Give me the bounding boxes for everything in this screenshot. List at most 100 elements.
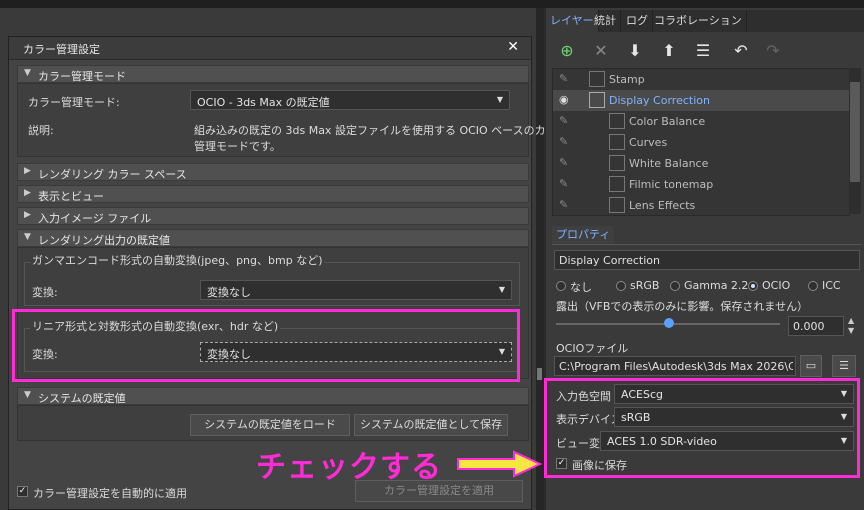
convert-value-gamma: 変換なし — [207, 286, 251, 299]
tab-log[interactable]: ログ — [622, 10, 653, 32]
mode-label: カラー管理モード: — [28, 96, 120, 109]
section-color-management-mode[interactable]: ▼ カラー管理モード — [17, 65, 529, 83]
dialog-title: カラー管理設定 — [23, 43, 100, 56]
section-render-output[interactable]: ▼ レンダリング出力の既定値 — [17, 229, 529, 247]
pencil-icon[interactable]: ✎ — [559, 156, 568, 169]
section-display-view[interactable]: ▶ 表示とビュー — [17, 185, 529, 203]
delete-layer-icon[interactable]: ✕ — [590, 40, 612, 62]
properties-tab-bar: プロパティ — [552, 226, 862, 245]
layer-icon — [609, 176, 625, 192]
ocio-path-field[interactable]: C:\Program Files\Autodesk\3ds Max 2026\C… — [554, 356, 796, 376]
eye-icon[interactable]: ◉ — [559, 93, 569, 106]
pencil-icon[interactable]: ✎ — [559, 72, 568, 85]
save-defaults-button[interactable]: システムの既定値として保存 — [354, 414, 508, 436]
section-input-image[interactable]: ▶ 入力イメージ ファイル — [17, 207, 529, 225]
folder-icon[interactable]: ▭ — [800, 355, 822, 377]
spin-down-icon[interactable]: ▼ — [848, 326, 854, 335]
section-label: 入力イメージ ファイル — [38, 212, 152, 225]
section-label: カラー管理モード — [38, 70, 126, 83]
collapse-triangle-icon: ▼ — [24, 390, 31, 400]
radio-none[interactable] — [556, 281, 566, 291]
exposure-input[interactable]: 0.000 — [788, 316, 844, 336]
layer-list: ✎ Stamp ◉ Display Correction ✎ Color Bal… — [552, 68, 850, 216]
description-line2: 管理モードです。 — [194, 140, 281, 153]
panel-separator[interactable] — [536, 8, 544, 510]
section-label: レンダリング出力の既定値 — [38, 234, 170, 247]
save-layers-icon[interactable]: ⬇ — [624, 40, 646, 62]
collapse-triangle-icon: ▼ — [24, 68, 31, 78]
pencil-icon[interactable]: ✎ — [559, 177, 568, 190]
radio-gamma-label: Gamma 2.2 — [684, 279, 749, 292]
layer-name: Lens Effects — [629, 199, 696, 212]
list-item[interactable]: ✎ Filmic tonemap — [553, 174, 849, 195]
mode-value: OCIO - 3ds Max の既定値 — [197, 96, 330, 109]
radio-gamma[interactable] — [670, 281, 680, 291]
layer-name: Curves — [629, 136, 668, 149]
section-system-defaults[interactable]: ▼ システムの既定値 — [17, 387, 529, 405]
section-render-color-space[interactable]: ▶ レンダリング カラー スペース — [17, 163, 529, 181]
load-layers-icon[interactable]: ⬆ — [658, 40, 680, 62]
radio-icc[interactable] — [808, 281, 818, 291]
radio-ocio[interactable] — [748, 281, 758, 291]
callout-text: チェックする — [256, 450, 442, 485]
pencil-icon[interactable]: ✎ — [559, 198, 568, 211]
list-item[interactable]: ✎ Stamp — [553, 69, 849, 90]
layer-name: Display Correction — [609, 94, 710, 107]
layers-tabs: レイヤー 統計 ログ コラボレーション — [546, 10, 864, 32]
expand-triangle-icon: ▶ — [24, 166, 31, 176]
redo-icon[interactable]: ↷ — [762, 40, 784, 62]
collapse-triangle-icon: ▼ — [24, 232, 31, 242]
curve-layer-icon — [589, 92, 605, 108]
convert-dropdown-gamma[interactable]: 変換なし ▼ — [200, 280, 512, 300]
layer-name: White Balance — [629, 157, 709, 170]
layer-icon — [609, 113, 625, 129]
list-item[interactable]: ◉ Display Correction — [553, 90, 849, 111]
undo-icon[interactable]: ↶ — [730, 40, 752, 62]
layer-name-value: Display Correction — [559, 254, 660, 267]
layer-name-field[interactable]: Display Correction — [554, 250, 860, 270]
layer-icon — [609, 155, 625, 171]
highlight-linear-box — [12, 309, 520, 382]
options-list-icon[interactable]: ☰ — [832, 355, 856, 377]
convert-label-gamma: 変換: — [32, 286, 58, 299]
layer-icon — [589, 71, 605, 87]
layer-name: Stamp — [609, 73, 645, 86]
list-item[interactable]: ✎ White Balance — [553, 153, 849, 174]
system-panel: システムの既定値をロード システムの既定値として保存 — [17, 405, 529, 441]
exposure-slider-knob[interactable] — [664, 318, 674, 328]
radio-icc-label: ICC — [822, 279, 841, 292]
radio-none-label: なし — [570, 281, 592, 294]
callout-arrow-icon — [457, 450, 543, 478]
list-item[interactable]: ✎ Curves — [553, 132, 849, 153]
expand-triangle-icon: ▶ — [24, 188, 31, 198]
tab-collaboration[interactable]: コラボレーション — [650, 10, 747, 32]
ocio-path-value: C:\Program Files\Autodesk\3ds Max 2026\C… — [559, 360, 793, 373]
layer-name: Color Balance — [629, 115, 706, 128]
expand-triangle-icon: ▶ — [24, 210, 31, 220]
add-layer-icon[interactable]: ⊕ — [556, 40, 578, 62]
radio-srgb[interactable] — [616, 281, 626, 291]
spin-up-icon[interactable]: ▲ — [848, 316, 854, 325]
close-icon[interactable]: ✕ — [507, 39, 519, 55]
mode-dropdown[interactable]: OCIO - 3ds Max の既定値 ▼ — [190, 90, 510, 110]
layers-toolbar: ⊕ ✕ ⬇ ⬆ ☰ ↶ ↷ — [546, 34, 864, 68]
description-line1: 組み込みの既定の 3ds Max 設定ファイルを使用する OCIO ベースのカラ… — [194, 124, 568, 137]
top-strip — [0, 0, 864, 8]
highlight-ocio-box — [544, 378, 860, 478]
tab-stats[interactable]: 統計 — [590, 10, 621, 32]
scrollbar-thumb[interactable] — [850, 82, 860, 182]
load-defaults-button[interactable]: システムの既定値をロード — [190, 414, 350, 436]
section-label: 表示とビュー — [38, 190, 104, 203]
list-item[interactable]: ✎ Lens Effects — [553, 195, 849, 216]
layer-icon — [609, 197, 625, 213]
auto-apply-checkbox[interactable]: ✓ — [17, 486, 28, 497]
pencil-icon[interactable]: ✎ — [559, 135, 568, 148]
list-item[interactable]: ✎ Color Balance — [553, 111, 849, 132]
mode-panel: カラー管理モード: OCIO - 3ds Max の既定値 ▼ 説明: 組み込み… — [17, 83, 568, 157]
tab-properties[interactable]: プロパティ — [552, 226, 615, 244]
layer-list-icon[interactable]: ☰ — [692, 40, 714, 62]
radio-ocio-label: OCIO — [762, 279, 791, 292]
dialog-title-bar[interactable]: カラー管理設定 ✕ — [9, 37, 531, 60]
pencil-icon[interactable]: ✎ — [559, 114, 568, 127]
splitter-grip-icon[interactable] — [537, 368, 542, 380]
